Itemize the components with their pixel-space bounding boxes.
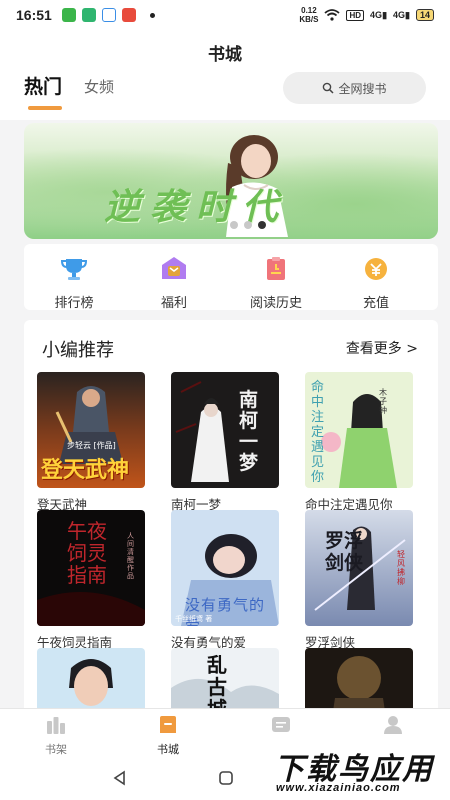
nav-bookshelf[interactable]: 书架 xyxy=(21,715,91,757)
book-card[interactable]: 没有勇气的爱 千丝纸鸢 著 没有勇气的爱 xyxy=(171,510,279,651)
phone-app-icon xyxy=(61,8,76,22)
trophy-icon xyxy=(60,259,88,280)
page-title: 书城 xyxy=(208,45,242,65)
quick-link-history[interactable]: 阅读历史 xyxy=(236,256,316,311)
book-cover: 南柯一梦 xyxy=(171,372,279,488)
carousel-dots xyxy=(230,221,266,229)
cover-author: 步轻云 [作品] xyxy=(67,441,116,450)
quick-link-label: 福利 xyxy=(160,296,187,311)
quick-links: 排行榜 福利 阅读历史 充值 xyxy=(24,244,438,311)
cover-title: 午夜饲灵指南 xyxy=(67,519,107,587)
nav-message[interactable] xyxy=(246,715,316,741)
book-cover xyxy=(305,648,413,708)
main-content: 逆袭时代 排行榜 福利 阅读历史 充值 小编推荐 查看更多 > 步轻云 [作品]… xyxy=(0,120,450,708)
cover-title: 罗浮剑侠 xyxy=(325,530,364,574)
search-label: 全网搜书 xyxy=(338,81,387,96)
header: 书城 热门 女频 全网搜书 xyxy=(0,30,450,120)
quick-link-label: 阅读历史 xyxy=(249,296,302,311)
watermark-url: www.xiazainiao.com xyxy=(276,782,401,794)
hd-badge: HD xyxy=(346,9,365,21)
signal-1-label: 4G xyxy=(370,9,383,20)
nav-label: 书城 xyxy=(157,743,179,756)
editor-picks-section: 小编推荐 查看更多 > 步轻云 [作品] 登天武神 登天武神 南柯一梦 南柯一梦… xyxy=(24,320,438,708)
cover-author: 木子钟 xyxy=(379,388,387,415)
news-app-icon xyxy=(121,8,136,22)
quick-link-label: 充值 xyxy=(362,296,389,311)
signal-2-label: 4G xyxy=(393,9,406,20)
book-cover: 没有勇气的爱 千丝纸鸢 著 xyxy=(171,510,279,626)
signal-1-icon: 4G▮ xyxy=(370,9,388,20)
back-icon[interactable] xyxy=(112,770,128,786)
wifi-icon xyxy=(324,9,341,21)
net-speed-value: 0.12 xyxy=(301,6,317,15)
book-cover: 命中注定遇见你 木子钟 xyxy=(305,372,413,488)
tab-female[interactable]: 女频 xyxy=(84,76,114,97)
notification-dot-icon xyxy=(149,12,155,18)
quick-link-welfare[interactable]: 福利 xyxy=(134,256,214,311)
network-speed: 0.12 KB/S xyxy=(299,6,318,24)
bookshelf-icon xyxy=(47,717,65,734)
quick-link-label: 排行榜 xyxy=(54,296,94,311)
book-card[interactable] xyxy=(37,648,145,708)
book-card[interactable] xyxy=(305,648,413,708)
carousel-dot[interactable] xyxy=(244,221,252,229)
nav-bookstore[interactable]: 书城 xyxy=(133,715,203,757)
link-app-icon xyxy=(101,8,116,22)
status-time: 16:51 xyxy=(16,7,52,23)
book-card[interactable]: 步轻云 [作品] 登天武神 登天武神 xyxy=(37,372,145,513)
book-cover: 午夜饲灵指南 人间清醒 作品 xyxy=(37,510,145,626)
cover-title: 乱古城 xyxy=(207,653,227,708)
signal-2-icon: 4G▮ xyxy=(393,9,410,20)
profile-icon xyxy=(384,716,402,734)
view-more-link[interactable]: 查看更多 > xyxy=(346,338,418,358)
message-icon xyxy=(272,717,290,732)
book-card[interactable]: 命中注定遇见你 木子钟 命中注定遇见你 xyxy=(305,372,413,513)
cover-title: 南柯一梦 xyxy=(239,389,259,474)
active-tab-indicator xyxy=(28,106,62,110)
cover-title: 登天武神 xyxy=(41,457,130,483)
book-card[interactable]: 罗浮剑侠 轻风拂柳 罗浮剑侠 xyxy=(305,510,413,651)
home-icon[interactable] xyxy=(218,770,234,786)
book-cover xyxy=(37,648,145,708)
carousel-dot-active[interactable] xyxy=(258,221,266,229)
quick-link-recharge[interactable]: 充值 xyxy=(336,256,416,311)
cover-title: 命中注定遇见你 xyxy=(311,380,325,485)
nav-profile[interactable] xyxy=(358,715,428,741)
history-icon xyxy=(267,257,285,280)
tab-popular[interactable]: 热门 xyxy=(24,72,62,99)
gift-icon xyxy=(162,257,186,279)
search-icon xyxy=(323,82,335,94)
recharge-icon xyxy=(365,258,387,280)
watermark-logo: 下载鸟应用 www.xiazainiao.com xyxy=(268,742,446,798)
book-cover: 乱古城 xyxy=(171,648,279,708)
carousel-dot[interactable] xyxy=(230,221,238,229)
quick-link-ranking[interactable]: 排行榜 xyxy=(34,256,114,311)
book-card[interactable]: 南柯一梦 南柯一梦 xyxy=(171,372,279,513)
cover-author: 人间清醒 作品 xyxy=(127,532,134,580)
book-cover: 步轻云 [作品] 登天武神 xyxy=(37,372,145,488)
nav-label: 书架 xyxy=(45,743,67,756)
banner-carousel[interactable]: 逆袭时代 xyxy=(24,123,438,239)
net-speed-unit: KB/S xyxy=(299,15,319,24)
search-button[interactable]: 全网搜书 xyxy=(283,72,426,104)
book-card[interactable]: 午夜饲灵指南 人间清醒 作品 午夜饲灵指南 xyxy=(37,510,145,651)
cover-author: 轻风拂柳 xyxy=(397,550,405,586)
cover-author: 千丝纸鸢 著 xyxy=(175,615,213,623)
section-title: 小编推荐 xyxy=(42,340,114,361)
book-cover: 罗浮剑侠 轻风拂柳 xyxy=(305,510,413,626)
bookstore-icon xyxy=(160,716,176,733)
book-card[interactable]: 乱古城 xyxy=(171,648,279,708)
status-bar: 16:51 0.12 KB/S HD 4G▮ 4G▮ 14 xyxy=(0,0,450,30)
message-app-icon xyxy=(81,8,96,22)
battery-icon: 14 xyxy=(415,9,434,21)
